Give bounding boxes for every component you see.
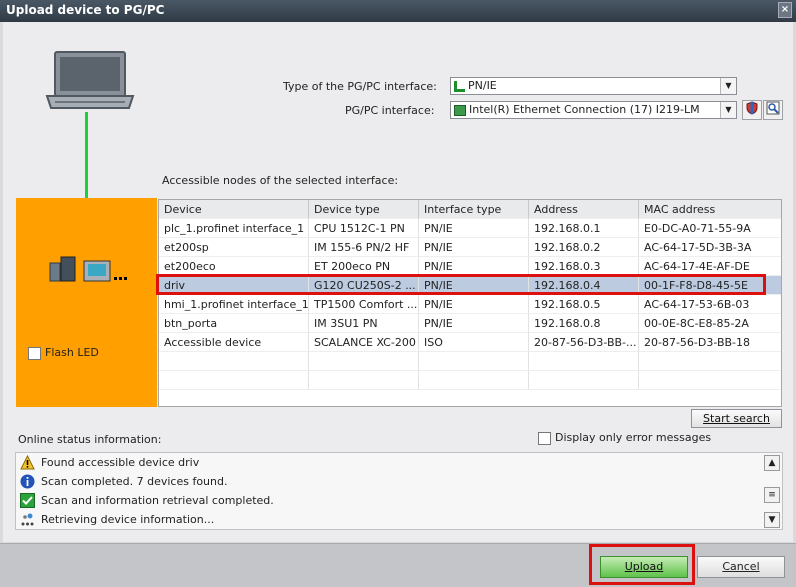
checkbox-icon[interactable] [538,431,551,445]
error-only-label: Display only error messages [555,431,712,444]
col-mac-header[interactable]: MAC address [639,200,781,219]
start-search-button[interactable]: Start search [691,409,782,428]
chevron-down-icon[interactable]: ▼ [720,102,736,118]
scroll-menu-icon[interactable]: ≡ [764,487,780,503]
pn-ie-icon [454,80,465,92]
cell-interface-type: PN/IE [419,295,529,314]
scroll-up-icon[interactable]: ▲ [764,455,780,471]
status-message: Scan completed. 7 devices found. [41,475,228,488]
cancel-button[interactable]: Cancel [697,556,785,578]
cell-address: 192.168.0.2 [529,238,639,257]
cell-interface-type: PN/IE [419,219,529,238]
cell-empty [639,352,781,371]
cell-empty [639,371,781,390]
cell-mac: AC-64-17-53-6B-03 [639,295,781,314]
cell-device-type: IM 155-6 PN/2 HF [309,238,419,257]
cell-interface-type: PN/IE [419,238,529,257]
col-device-header[interactable]: Device [159,200,309,219]
target-device-panel: Flash LED [16,198,157,407]
cell-address: 192.168.0.8 [529,314,639,333]
upload-label: Upload [624,560,664,573]
selection-highlight-box [156,274,766,295]
cell-device-type: CPU 1512C-1 PN [309,219,419,238]
cell-empty [529,352,639,371]
col-address-header[interactable]: Address [529,200,639,219]
status-message: Found accessible device driv [41,456,200,469]
status-message: Retrieving device information... [41,513,215,526]
table-row-empty [159,352,781,371]
cell-empty [309,371,419,390]
status-message: Scan and information retrieval completed… [41,494,274,507]
cell-interface-type: PN/IE [419,314,529,333]
list-item: Scan and information retrieval completed… [16,491,764,510]
list-item: Retrieving device information... [16,510,764,529]
list-item: Scan completed. 7 devices found. [16,472,764,491]
cell-device-type: IM 3SU1 PN [309,314,419,333]
list-item: Found accessible device driv [16,453,764,472]
col-device-type-header[interactable]: Device type [309,200,419,219]
cell-device: Accessible device [159,333,309,352]
cell-address: 20-87-56-D3-BB-... [529,333,639,352]
pgpc-interface-dropdown[interactable]: Intel(R) Ethernet Connection (17) I219-L… [450,101,737,119]
cell-device-type: SCALANCE XC-200 [309,333,419,352]
interface-type-label: Type of the PG/PC interface: [283,80,437,93]
window-title: Upload device to PG/PC [6,3,165,17]
scroll-down-icon[interactable]: ▼ [764,512,780,528]
cell-empty [419,371,529,390]
table-row[interactable]: hmi_1.profinet interface_1 TP1500 Comfor… [159,295,781,314]
cell-device: et200sp [159,238,309,257]
checkbox-icon[interactable] [28,346,41,360]
progress-icon [21,513,34,526]
cancel-label: Cancel [722,560,760,573]
shield-icon[interactable] [742,100,762,120]
cell-mac: 20-87-56-D3-BB-18 [639,333,781,352]
accessible-nodes-table: Device Device type Interface type Addres… [158,199,782,407]
cell-empty [159,371,309,390]
cell-mac: E0-DC-A0-71-55-9A [639,219,781,238]
nodes-heading: Accessible nodes of the selected interfa… [162,174,399,187]
info-icon [20,474,35,489]
properties-icon[interactable] [763,100,783,120]
table-row[interactable]: plc_1.profinet interface_1 CPU 1512C-1 P… [159,219,781,238]
cell-mac: AC-64-17-5D-3B-3A [639,238,781,257]
pgpc-interface-label: PG/PC interface: [345,104,435,117]
cell-device: plc_1.profinet interface_1 [159,219,309,238]
close-icon[interactable]: × [778,2,792,18]
table-row[interactable]: Accessible device SCALANCE XC-200 ISO 20… [159,333,781,352]
cell-address: 192.168.0.5 [529,295,639,314]
interface-type-value: PN/IE [468,79,497,92]
warning-icon [20,455,35,470]
cell-empty [529,371,639,390]
check-icon [20,493,35,508]
cell-device: btn_porta [159,314,309,333]
table-row[interactable]: btn_porta IM 3SU1 PN PN/IE 192.168.0.8 0… [159,314,781,333]
col-interface-type-header[interactable]: Interface type [419,200,529,219]
pgpc-interface-value: Intel(R) Ethernet Connection (17) I219-L… [469,103,700,116]
cell-address: 192.168.0.1 [529,219,639,238]
cell-mac: 00-0E-8C-E8-85-2A [639,314,781,333]
cell-interface-type: ISO [419,333,529,352]
cell-device: hmi_1.profinet interface_1 [159,295,309,314]
table-row-empty [159,371,781,390]
flash-led-label: Flash LED [45,346,99,359]
status-message-list: Found accessible device driv Scan comple… [15,452,783,530]
table-row[interactable]: et200sp IM 155-6 PN/2 HF PN/IE 192.168.0… [159,238,781,257]
dialog-content: Type of the PG/PC interface: PN/IE ▼ PG/… [3,22,793,542]
network-card-icon [454,104,466,116]
online-status-label: Online status information: [18,433,162,446]
cell-empty [309,352,419,371]
cell-empty [419,352,529,371]
table-header: Device Device type Interface type Addres… [159,200,781,219]
pgpc-laptop-icon [45,51,135,109]
cell-device-type: TP1500 Comfort ... [309,295,419,314]
error-only-checkbox[interactable]: Display only error messages [538,431,711,445]
chevron-down-icon[interactable]: ▼ [720,78,736,94]
upload-button[interactable]: Upload [600,556,688,578]
cell-empty [159,352,309,371]
flash-led-checkbox[interactable]: Flash LED [28,346,99,360]
interface-type-dropdown[interactable]: PN/IE ▼ [450,77,737,95]
device-rack-icon [49,256,127,282]
title-bar: Upload device to PG/PC × [0,0,796,22]
